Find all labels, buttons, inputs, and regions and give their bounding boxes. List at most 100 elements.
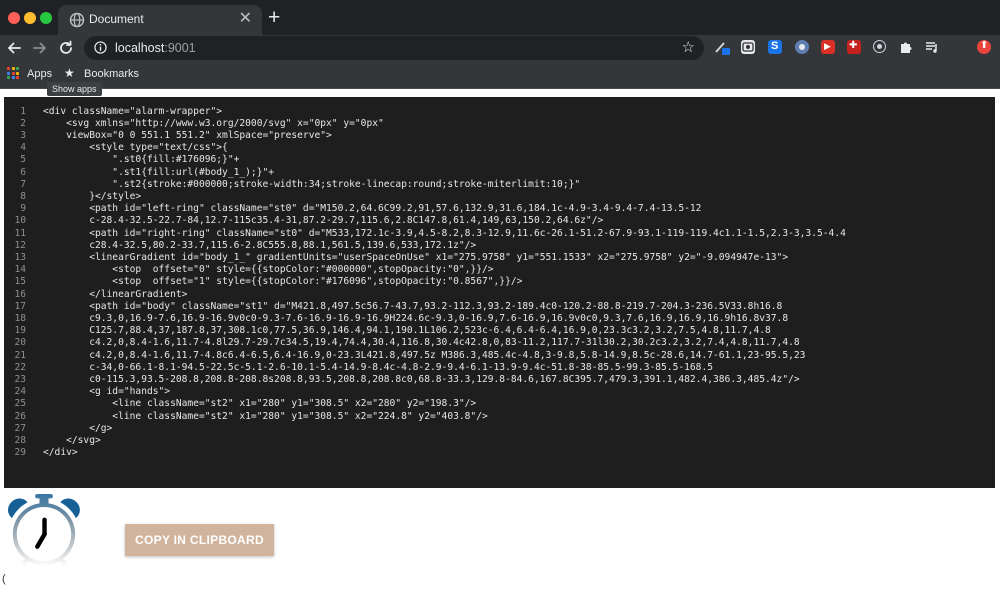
code-line: 27 </g> xyxy=(4,423,989,435)
code-line: 5 ".st0{fill:#176096;}"+ xyxy=(4,154,989,166)
line-number: 6 xyxy=(20,166,26,178)
line-number: 16 xyxy=(14,288,26,300)
line-number: 17 xyxy=(14,300,26,312)
code-text: </linearGradient> xyxy=(43,288,188,300)
s-extension-icon[interactable]: S xyxy=(768,40,782,54)
url-host: localhost xyxy=(115,41,165,55)
browser-tab[interactable]: Document ✕ xyxy=(58,5,262,35)
code-text: ".st0{fill:#176096;}"+ xyxy=(43,154,240,166)
target-extension-icon[interactable] xyxy=(873,40,886,53)
reload-button[interactable] xyxy=(57,39,75,57)
code-line: 8 }</style> xyxy=(4,191,989,203)
copy-in-clipboard-button[interactable]: COPY IN CLIPBOARD xyxy=(125,524,274,556)
code-text: ".st1{fill:url(#body_1_);}"+ xyxy=(43,166,275,178)
code-line: 17 <path id="body" className="st1" d="M4… xyxy=(4,301,989,313)
puzzle-red-extension-icon[interactable]: ✚ xyxy=(847,40,861,54)
code-line: 26 <line className="st2" x1="280" y1="30… xyxy=(4,411,989,423)
show-apps-tooltip: Show apps xyxy=(47,82,102,96)
code-text: <path id="right-ring" className="st0" d=… xyxy=(43,227,846,239)
code-block: 1 <div className="alarm-wrapper"> 2 <svg x… xyxy=(4,97,995,488)
code-text: <linearGradient id="body_1_" gradientUni… xyxy=(43,251,789,263)
code-line: 15 <stop offset="1" style={{stopColor:"#… xyxy=(4,276,989,288)
code-line: 25 <line className="st2" x1="280" y1="30… xyxy=(4,398,989,410)
code-text: <line className="st2" x1="280" y1="308.5… xyxy=(43,410,488,422)
code-line: 6 ".st1{fill:url(#body_1_);}"+ xyxy=(4,167,989,179)
code-text: </div> xyxy=(43,447,78,459)
code-text: <div className="alarm-wrapper"> xyxy=(43,105,223,117)
video-extension-icon[interactable]: ▶ xyxy=(821,40,835,54)
new-tab-button[interactable]: + xyxy=(268,6,280,30)
line-number: 12 xyxy=(14,239,26,251)
line-number: 24 xyxy=(14,386,26,398)
close-window-button[interactable] xyxy=(8,12,20,24)
browser-toolbar: localhost:9001 ☆ S ▶ ✚ ⬆ xyxy=(0,35,1000,61)
apps-grid-icon[interactable] xyxy=(7,67,19,79)
code-text: <svg xmlns="http://www.w3.org/2000/svg" … xyxy=(43,117,384,129)
code-text: <path id="body" className="st1" d="M421.… xyxy=(43,300,783,312)
line-number: 1 xyxy=(20,105,26,117)
url-port: :9001 xyxy=(164,41,196,55)
line-number: 10 xyxy=(14,215,26,227)
circle-extension-icon[interactable] xyxy=(795,40,809,54)
stray-character: ( xyxy=(2,573,6,585)
code-line: 19 C125.7,88.4,37,187.8,37,308.1c0,77.5,… xyxy=(4,325,989,337)
code-line: 9 <path id="left-ring" className="st0" d… xyxy=(4,203,989,215)
code-line: 7 ".st2{stroke:#000000;stroke-width:34;s… xyxy=(4,179,989,191)
forward-button[interactable] xyxy=(31,39,49,57)
code-text: c-28.4-32.5-22.7-84,12.7-115c35.4-31,87.… xyxy=(43,215,604,227)
code-line: 4 <style type="text/css">{ xyxy=(4,142,989,154)
code-text: <style type="text/css">{ xyxy=(43,142,228,154)
minimize-window-button[interactable] xyxy=(24,12,36,24)
line-number: 26 xyxy=(14,410,26,422)
code-line: 22 c-34,0-66.1-8.1-94.5-22.5c-5.1-2.6-10… xyxy=(4,362,989,374)
code-text: </g> xyxy=(43,422,113,434)
globe-icon xyxy=(69,12,85,28)
bookmark-star-icon: ★ xyxy=(64,66,75,80)
bookmarks-bar: Apps ★ Bookmarks xyxy=(0,61,1000,89)
address-bar[interactable]: localhost:9001 ☆ xyxy=(84,36,704,60)
code-line: 21 c4.2,0,8.4-1.6,11.7-4.8c6.4-6.5,6.4-1… xyxy=(4,350,989,362)
code-text: c28.4-32.5,80.2-33.7,115.6-2.8C555.8,88.… xyxy=(43,239,477,251)
line-number: 5 xyxy=(20,154,26,166)
code-line: 16 </linearGradient> xyxy=(4,289,989,301)
code-line: 29 </div> xyxy=(4,447,989,459)
code-line: 12 c28.4-32.5,80.2-33.7,115.6-2.8C555.8,… xyxy=(4,240,989,252)
code-line: 1 <div className="alarm-wrapper"> xyxy=(4,106,989,118)
info-icon[interactable] xyxy=(94,41,107,54)
code-line: 13 <linearGradient id="body_1_" gradient… xyxy=(4,252,989,264)
star-icon[interactable]: ☆ xyxy=(682,38,695,56)
line-number: 20 xyxy=(14,337,26,349)
back-button[interactable] xyxy=(5,39,23,57)
code-line: 23 c0-115.3,93.5-208.8,208.8-208.8s208.8… xyxy=(4,374,989,386)
code-line: 24 <g id="hands"> xyxy=(4,386,989,398)
code-text: c9.3,0,16.9-7.6,16.9-16.9v0c0-9.3-7.6-16… xyxy=(43,312,789,324)
code-text: }</style> xyxy=(43,190,142,202)
maximize-window-button[interactable] xyxy=(40,12,52,24)
line-number: 13 xyxy=(14,251,26,263)
tab-title: Document xyxy=(89,12,144,26)
alarm-clock-icon xyxy=(8,494,80,566)
profile-icon[interactable]: ⬆ xyxy=(977,40,991,54)
extensions-puzzle-icon[interactable] xyxy=(899,40,913,54)
code-line: 2 <svg xmlns="http://www.w3.org/2000/svg… xyxy=(4,118,989,130)
line-number: 4 xyxy=(20,142,26,154)
line-number: 9 xyxy=(20,203,26,215)
line-number: 27 xyxy=(14,422,26,434)
line-number: 19 xyxy=(14,325,26,337)
close-tab-icon[interactable]: ✕ xyxy=(239,10,252,28)
apps-bookmark[interactable]: Apps xyxy=(27,68,52,80)
line-number: 3 xyxy=(20,129,26,141)
code-line: 10 c-28.4-32.5-22.7-84,12.7-115c35.4-31,… xyxy=(4,215,989,227)
line-number: 14 xyxy=(14,264,26,276)
pen-extension-icon[interactable] xyxy=(714,40,730,55)
bookmarks-folder[interactable]: Bookmarks xyxy=(84,68,139,80)
code-text: <stop offset="0" style={{stopColor:"#000… xyxy=(43,264,494,276)
tab-strip: Document ✕ + xyxy=(0,0,1000,35)
camera-extension-icon[interactable] xyxy=(741,40,755,54)
code-text: C125.7,88.4,37,187.8,37,308.1c0,77.5,36.… xyxy=(43,325,771,337)
line-number: 21 xyxy=(14,349,26,361)
code-line: 11 <path id="right-ring" className="st0"… xyxy=(4,228,989,240)
media-list-icon[interactable] xyxy=(925,40,939,54)
line-number: 23 xyxy=(14,373,26,385)
code-text: c4.2,0,8.4-1.6,11.7-4.8l29.7-29.7c34.5,1… xyxy=(43,337,800,349)
